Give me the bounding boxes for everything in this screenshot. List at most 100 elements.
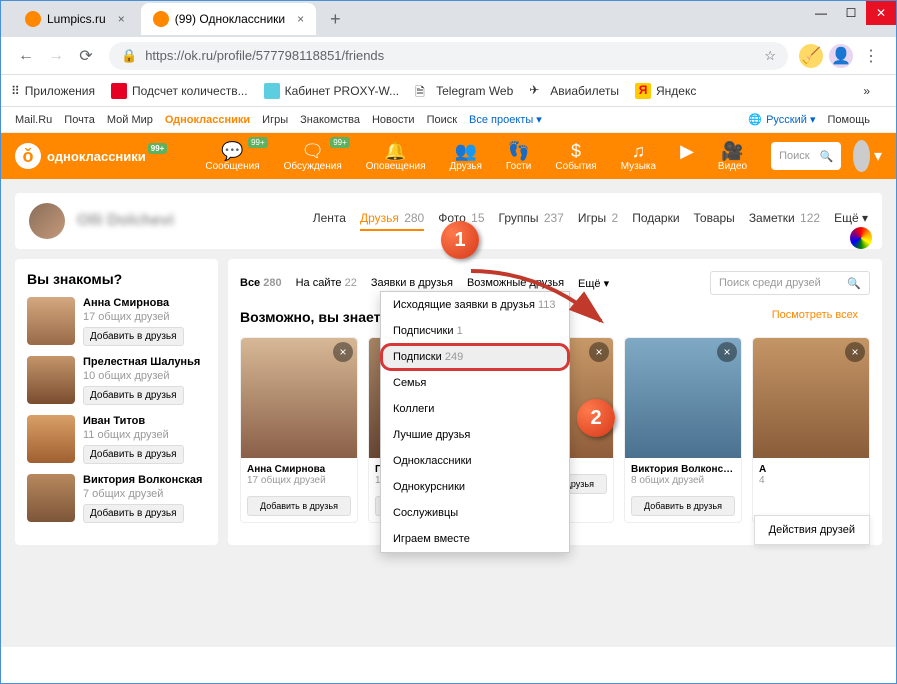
ok-nav-item[interactable]: 🔔Оповещения bbox=[366, 141, 426, 172]
ok-nav-item[interactable]: 👣Гости bbox=[506, 141, 531, 172]
suggestion-mutual: 7 общих друзей bbox=[83, 488, 202, 500]
suggestion-name[interactable]: Анна Смирнова bbox=[83, 297, 184, 309]
card-mutual: 8 общих друзей bbox=[631, 475, 735, 486]
add-friend-button[interactable]: Добавить в друзья bbox=[83, 327, 184, 346]
add-friend-button[interactable]: Добавить в друзья bbox=[83, 445, 184, 464]
filter-count: 280 bbox=[263, 277, 281, 289]
suggestion-avatar[interactable] bbox=[27, 474, 75, 522]
back-button[interactable]: ← bbox=[11, 47, 41, 65]
portal-link[interactable]: Игры bbox=[262, 114, 288, 126]
portal-link-all[interactable]: Все проекты ▾ bbox=[469, 113, 542, 126]
profile-tab[interactable]: Товары bbox=[694, 211, 735, 231]
profile-avatar[interactable] bbox=[29, 203, 65, 239]
ok-nav-item[interactable]: ▶ bbox=[680, 141, 694, 172]
new-tab-button[interactable]: + bbox=[320, 9, 351, 30]
dropdown-item[interactable]: Семья bbox=[381, 370, 569, 396]
profile-tab[interactable]: Заметки 122 bbox=[749, 211, 820, 231]
close-tab-icon[interactable]: × bbox=[297, 12, 304, 26]
filter-item[interactable]: На сайте 22 bbox=[296, 277, 357, 290]
card-name[interactable]: Виктория Волконская bbox=[631, 464, 735, 475]
profile-tab[interactable]: Друзья 280 bbox=[360, 211, 424, 231]
ok-nav-item[interactable]: 👥Друзья bbox=[449, 141, 481, 172]
star-icon[interactable]: ☆ bbox=[764, 48, 776, 64]
bookmarks-overflow[interactable]: » bbox=[863, 84, 870, 98]
ok-logo[interactable]: ǒ одноклассники 99+ bbox=[15, 143, 165, 169]
dismiss-card-button[interactable]: × bbox=[717, 342, 737, 362]
language-selector[interactable]: Русский ▾ bbox=[766, 113, 815, 126]
extension-icon[interactable]: 🧹 bbox=[799, 44, 823, 68]
dismiss-card-button[interactable]: × bbox=[845, 342, 865, 362]
profile-tab[interactable]: Лента bbox=[313, 211, 346, 231]
filter-item[interactable]: Все 280 bbox=[240, 277, 282, 290]
apps-button[interactable]: ⠿ Приложения bbox=[11, 84, 95, 98]
close-button[interactable]: ✕ bbox=[866, 1, 896, 25]
ok-search-input[interactable]: Поиск 🔍 bbox=[771, 142, 841, 170]
browser-tab-active[interactable]: (99) Одноклассники × bbox=[141, 3, 316, 35]
portal-link[interactable]: Знакомства bbox=[300, 114, 360, 126]
portal-link[interactable]: Поиск bbox=[427, 114, 457, 126]
forward-button[interactable]: → bbox=[41, 47, 71, 65]
search-icon: 🔍 bbox=[847, 277, 861, 290]
add-friend-button[interactable]: Добавить в друзья bbox=[83, 386, 184, 405]
bookmark-item[interactable]: 🗎Telegram Web bbox=[415, 83, 513, 99]
bookmark-item[interactable]: ✈Авиабилеты bbox=[529, 83, 619, 99]
ok-nav-item[interactable]: ♫Музыка bbox=[621, 141, 656, 172]
add-friend-button[interactable]: Добавить в друзья bbox=[631, 496, 735, 516]
reload-button[interactable]: ⟳ bbox=[71, 46, 101, 66]
browser-tab[interactable]: Lumpics.ru × bbox=[13, 3, 137, 35]
dropdown-item[interactable]: Играем вместе bbox=[381, 526, 569, 552]
profile-tab[interactable]: Игры 2 bbox=[578, 211, 618, 231]
dismiss-card-button[interactable]: × bbox=[589, 342, 609, 362]
chevron-down-icon[interactable]: ▾ bbox=[874, 146, 882, 166]
bookmark-label: Кабинет PROXY-W... bbox=[285, 84, 400, 98]
user-avatar[interactable] bbox=[853, 140, 870, 172]
portal-link[interactable]: Мой Мир bbox=[107, 114, 153, 126]
profile-tab[interactable]: Группы 237 bbox=[499, 211, 564, 231]
nav-icon: 👥 bbox=[449, 141, 481, 161]
profile-icon[interactable]: 👤 bbox=[829, 44, 853, 68]
minimize-button[interactable]: — bbox=[806, 1, 836, 25]
friends-search-input[interactable]: Поиск среди друзей 🔍 bbox=[710, 271, 870, 295]
dropdown-item[interactable]: Однокурсники bbox=[381, 474, 569, 500]
dropdown-item-subscriptions[interactable]: Подписки 249 bbox=[381, 344, 569, 370]
ok-nav-item[interactable]: $События bbox=[555, 141, 596, 172]
card-name[interactable]: А bbox=[759, 464, 863, 475]
search-icon: 🔍 bbox=[820, 150, 834, 163]
suggestion-name[interactable]: Прелестная Шалунья bbox=[83, 356, 200, 368]
dropdown-item[interactable]: Сослуживцы bbox=[381, 500, 569, 526]
ok-logo-icon: ǒ bbox=[15, 143, 41, 169]
suggestion-avatar[interactable] bbox=[27, 415, 75, 463]
friends-actions-button[interactable]: Действия друзей bbox=[754, 515, 870, 545]
address-bar[interactable]: 🔒 https://ok.ru/profile/577798118851/fri… bbox=[109, 42, 788, 70]
maximize-button[interactable]: ☐ bbox=[836, 1, 866, 25]
assistant-icon[interactable] bbox=[850, 227, 872, 249]
help-link[interactable]: Помощь bbox=[828, 114, 871, 126]
dismiss-card-button[interactable]: × bbox=[333, 342, 353, 362]
portal-link[interactable]: Почта bbox=[64, 114, 95, 126]
card-name[interactable]: Анна Смирнова bbox=[247, 464, 351, 475]
ok-nav-item[interactable]: 💬Сообщения99+ bbox=[205, 141, 259, 172]
dropdown-item[interactable]: Коллеги bbox=[381, 396, 569, 422]
bookmark-item[interactable]: Кабинет PROXY-W... bbox=[264, 83, 400, 99]
portal-link[interactable]: Новости bbox=[372, 114, 415, 126]
filter-item[interactable]: Заявки в друзья bbox=[371, 277, 453, 290]
portal-link[interactable]: Mail.Ru bbox=[15, 114, 52, 126]
view-all-link[interactable]: Посмотреть всех bbox=[772, 309, 858, 321]
suggestion-avatar[interactable] bbox=[27, 356, 75, 404]
bookmark-item[interactable]: ЯЯндекс bbox=[635, 83, 696, 99]
suggestion-name[interactable]: Иван Титов bbox=[83, 415, 184, 427]
close-tab-icon[interactable]: × bbox=[118, 12, 125, 26]
add-friend-button[interactable]: Добавить в друзья bbox=[83, 504, 184, 523]
dropdown-item[interactable]: Одноклассники bbox=[381, 448, 569, 474]
ok-nav-item[interactable]: 🎥Видео bbox=[718, 141, 747, 172]
dropdown-item[interactable]: Лучшие друзья bbox=[381, 422, 569, 448]
profile-tab[interactable]: Подарки bbox=[632, 211, 679, 231]
bookmark-item[interactable]: Подсчет количеств... bbox=[111, 83, 248, 99]
suggestion-name[interactable]: Виктория Волконская bbox=[83, 474, 202, 486]
menu-button[interactable]: ⋮ bbox=[856, 46, 886, 66]
bookmark-icon bbox=[264, 83, 280, 99]
suggestion-avatar[interactable] bbox=[27, 297, 75, 345]
ok-nav-item[interactable]: 🗨Обсуждения99+ bbox=[284, 141, 342, 172]
add-friend-button[interactable]: Добавить в друзья bbox=[247, 496, 351, 516]
portal-link-active[interactable]: Одноклассники bbox=[165, 114, 250, 126]
